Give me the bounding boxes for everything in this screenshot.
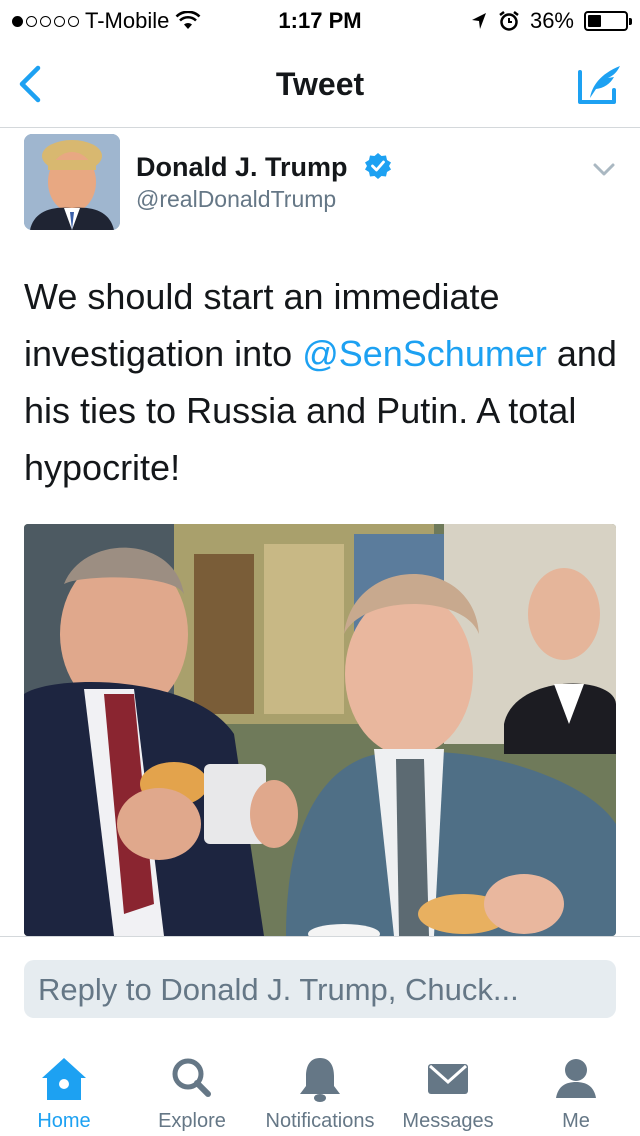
location-arrow-icon: [471, 13, 486, 29]
avatar[interactable]: [24, 134, 120, 230]
tab-home[interactable]: Home: [0, 1046, 128, 1136]
tweet-photo[interactable]: [24, 524, 616, 936]
bell-icon: [300, 1058, 340, 1102]
chevron-down-icon[interactable]: [592, 162, 616, 178]
tab-me[interactable]: Me: [512, 1046, 640, 1136]
status-bar: T-Mobile 1:17 PM 36%: [0, 0, 640, 40]
tab-messages[interactable]: Messages: [384, 1046, 512, 1136]
alarm-icon: [499, 11, 519, 31]
tweet-header: Donald J. Trump @realDonaldTrump: [0, 134, 640, 234]
battery-percent: 36%: [529, 8, 574, 33]
reply-input[interactable]: Reply to Donald J. Trump, Chuck...: [24, 960, 616, 1018]
home-icon: [42, 1058, 86, 1100]
tweet-text: We should start an immediate investigati…: [24, 268, 624, 496]
author-name[interactable]: Donald J. Trump: [136, 152, 348, 183]
tab-label-explore: Explore: [158, 1110, 226, 1132]
tab-bar: Home Explore Notifications Messages Me: [0, 1046, 640, 1136]
verified-badge-icon: [365, 153, 391, 179]
tab-label-notifications: Notifications: [265, 1110, 375, 1132]
compose-tweet-icon[interactable]: [576, 62, 624, 110]
status-right: 36%: [470, 8, 632, 34]
reply-divider: [0, 936, 640, 937]
person-icon: [556, 1059, 596, 1098]
reply-placeholder: Reply to Donald J. Trump, Chuck...: [38, 972, 519, 1007]
envelope-icon: [428, 1064, 468, 1094]
search-icon: [172, 1058, 211, 1097]
tab-label-home: Home: [37, 1110, 91, 1132]
mention-link[interactable]: @SenSchumer: [302, 333, 547, 374]
tab-explore[interactable]: Explore: [128, 1046, 256, 1136]
tab-label-me: Me: [562, 1110, 590, 1132]
page-title: Tweet: [275, 66, 365, 102]
battery-icon: [584, 11, 632, 31]
tab-notifications[interactable]: Notifications: [256, 1046, 384, 1136]
nav-bar: Tweet: [0, 40, 640, 128]
tab-label-messages: Messages: [402, 1110, 494, 1132]
author-handle[interactable]: @realDonaldTrump: [136, 186, 336, 213]
